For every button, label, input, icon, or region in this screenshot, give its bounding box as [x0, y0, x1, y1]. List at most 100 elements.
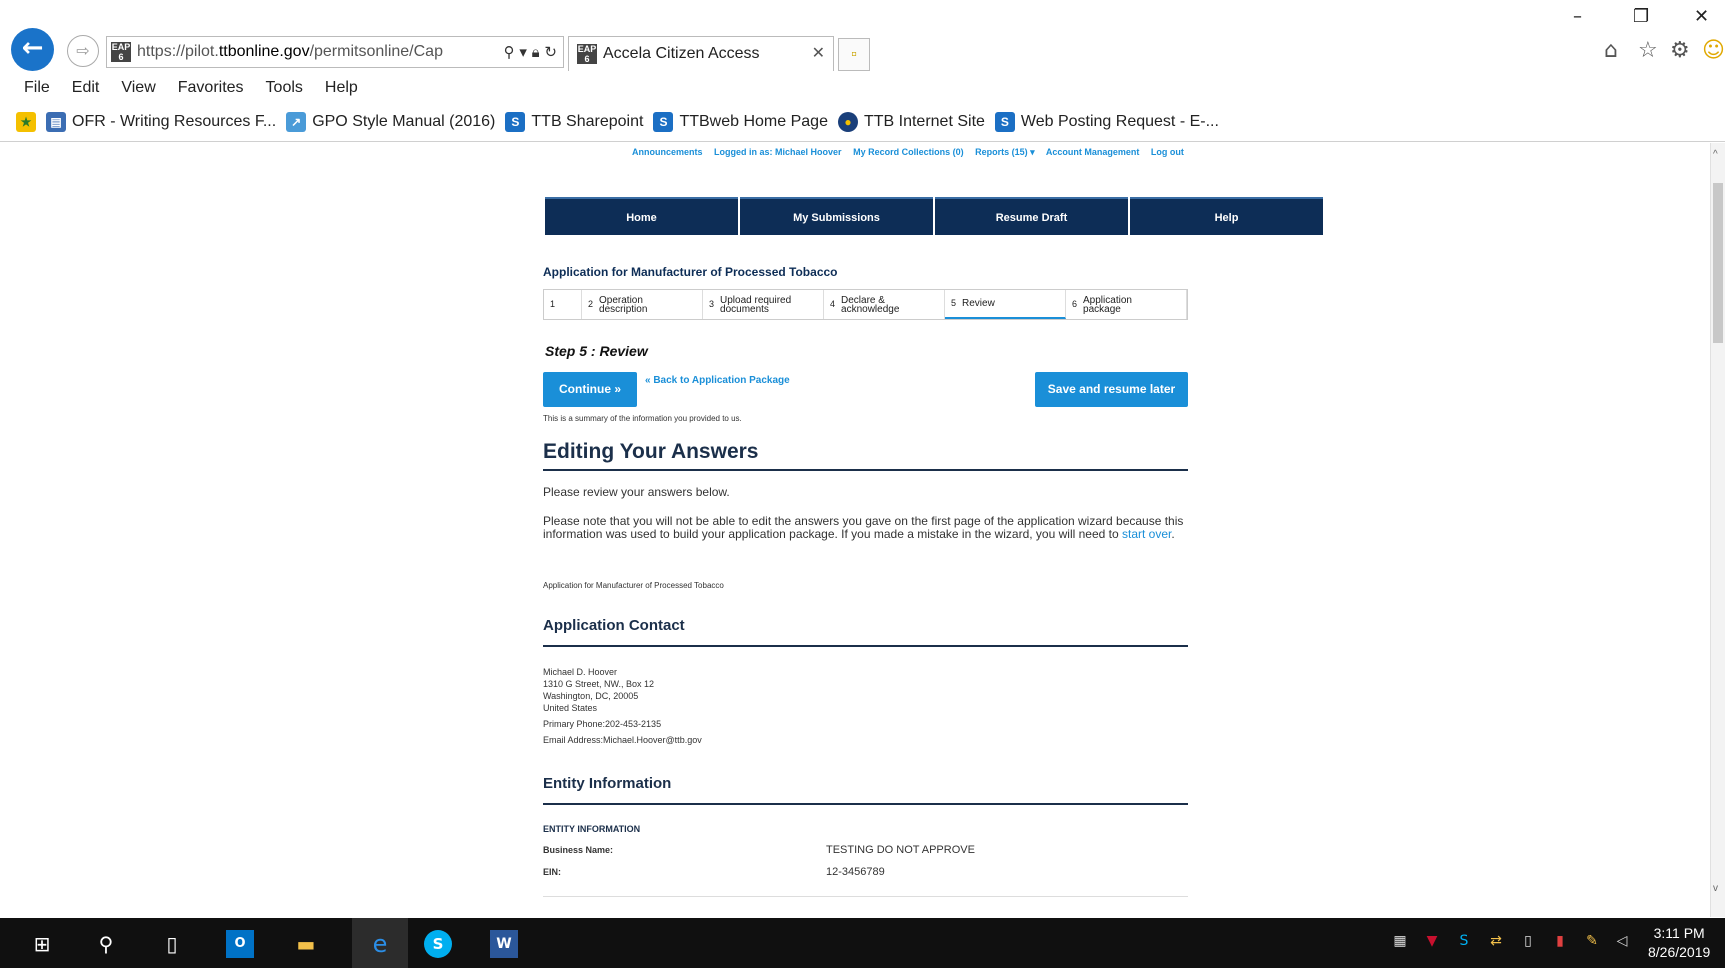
security-tray-icon[interactable]: ▮ [1551, 933, 1569, 953]
url-text[interactable]: https://pilot.ttbonline.gov/permitsonlin… [137, 43, 498, 61]
word-icon[interactable]: W [490, 930, 518, 958]
close-tab-icon[interactable]: ✕ [812, 43, 825, 62]
site-favicon-icon: EAP 6 [111, 42, 131, 62]
favorite-web-posting[interactable]: S Web Posting Request - E-... [994, 112, 1219, 132]
step-1[interactable]: 1 [544, 290, 582, 319]
minimize-button[interactable]: – [1573, 6, 1582, 27]
clock-date: 8/26/2019 [1648, 944, 1711, 960]
continue-button[interactable]: Continue » [543, 372, 637, 407]
gpo-icon: ↗ [286, 112, 307, 132]
step-6[interactable]: 6 Application package [1066, 290, 1187, 319]
contact-phone: Primary Phone:202-453-2135 [543, 719, 662, 729]
notes-tray-icon[interactable]: ✎ [1583, 933, 1601, 953]
section-divider [543, 803, 1188, 805]
page-scrollbar[interactable]: ^ v [1710, 143, 1725, 917]
usb-tray-icon[interactable]: ▯ [1519, 933, 1537, 953]
account-management-link[interactable]: Account Management [1046, 147, 1140, 157]
menu-favorites[interactable]: Favorites [178, 74, 244, 102]
volume-tray-icon[interactable]: ◁ [1613, 933, 1631, 953]
ttb-seal-icon: ● [837, 112, 858, 132]
favorite-ofr[interactable]: ▤ OFR - Writing Resources F... [46, 112, 276, 132]
settings-gear-icon[interactable]: ⚙ [1670, 38, 1690, 63]
entity-subheading: ENTITY INFORMATION [543, 824, 641, 834]
record-collections-link[interactable]: My Record Collections (0) [853, 147, 964, 157]
favorite-ttbweb[interactable]: S TTBweb Home Page [653, 112, 828, 132]
nav-my-submissions[interactable]: My Submissions [740, 197, 933, 235]
top-links: Announcements Logged in as: Michael Hoov… [632, 147, 1193, 158]
nav-help[interactable]: Help [1130, 197, 1323, 235]
menu-view[interactable]: View [121, 74, 155, 102]
back-to-application-package-link[interactable]: « Back to Application Package [645, 375, 790, 386]
row-divider [543, 896, 1188, 897]
step-5-current[interactable]: 5 Review [945, 290, 1066, 319]
file-explorer-icon[interactable]: ▬ [292, 930, 320, 958]
sync-tray-icon[interactable]: ⇄ [1487, 933, 1505, 953]
search-icon[interactable]: ⚲ [504, 43, 515, 61]
menu-help[interactable]: Help [325, 74, 358, 102]
sharepoint-icon: S [994, 112, 1015, 132]
application-title: Application for Manufacturer of Processe… [543, 265, 838, 279]
tab-title: Accela Citizen Access [603, 45, 760, 62]
application-subtitle: Application for Manufacturer of Processe… [543, 581, 724, 590]
forward-arrow-icon[interactable]: ⇨ [67, 35, 99, 67]
windows-start-icon[interactable]: ⊞ [28, 930, 56, 958]
back-arrow-icon[interactable]: ← [11, 28, 54, 71]
home-icon[interactable]: ⌂ [1604, 38, 1618, 63]
reports-link[interactable]: Reports (15) ▾ [975, 147, 1035, 157]
mcafee-tray-icon[interactable]: ▼ [1423, 933, 1441, 953]
outlook-icon[interactable]: O [226, 930, 254, 958]
smiley-feedback-icon[interactable]: ☺ [1702, 38, 1725, 63]
menu-file[interactable]: File [24, 74, 50, 102]
contact-street: 1310 G Street, NW., Box 12 [543, 679, 655, 689]
skype-tray-icon[interactable]: S [1455, 933, 1473, 953]
nav-resume-draft[interactable]: Resume Draft [935, 197, 1128, 235]
address-bar-actions[interactable]: ⚲ ▾ 🔒︎ ↻ [498, 43, 563, 61]
business-name-value: TESTING DO NOT APPROVE [826, 844, 975, 856]
internet-explorer-icon[interactable]: e [366, 930, 394, 958]
step-4[interactable]: 4 Declare & acknowledge [824, 290, 945, 319]
section-divider [543, 469, 1188, 471]
browser-chrome: – ❐ ✕ ← ⇨ EAP 6 https://pilot.ttbonline.… [0, 0, 1725, 142]
close-window-button[interactable]: ✕ [1694, 6, 1709, 27]
system-clock[interactable]: 3:11 PM 8/26/2019 [1648, 924, 1710, 962]
browser-tab[interactable]: EAP 6 Accela Citizen Access ✕ [568, 36, 834, 71]
step-2[interactable]: 2 Operation description [582, 290, 703, 319]
skype-icon[interactable]: S [424, 930, 452, 958]
logout-link[interactable]: Log out [1151, 147, 1184, 157]
contact-email: Email Address:Michael.Hoover@ttb.gov [543, 735, 702, 745]
favorites-star-icon[interactable]: ☆ [1638, 38, 1658, 63]
ein-label: EIN: [543, 867, 561, 877]
edit-note: Please note that you will not be able to… [543, 514, 1184, 541]
dropdown-icon[interactable]: ▾ [519, 43, 527, 61]
menu-edit[interactable]: Edit [72, 74, 100, 102]
announcements-link[interactable]: Announcements [632, 147, 703, 157]
restore-button[interactable]: ❐ [1633, 6, 1649, 27]
save-and-resume-button[interactable]: Save and resume later [1035, 372, 1188, 407]
sharepoint-icon: S [653, 112, 674, 132]
wizard-steps: 1 2 Operation description 3 Upload require… [543, 289, 1188, 320]
favorite-ttb-sharepoint[interactable]: S TTB Sharepoint [505, 112, 643, 132]
nav-home[interactable]: Home [545, 197, 738, 235]
network-tray-icon[interactable]: ▦ [1391, 933, 1409, 953]
step-heading: Step 5 : Review [545, 343, 648, 359]
start-over-link[interactable]: start over [1122, 527, 1171, 541]
lock-icon[interactable]: 🔒︎ [532, 43, 540, 61]
add-favorite-star-icon[interactable]: ★ [16, 112, 36, 132]
address-bar[interactable]: EAP 6 https://pilot.ttbonline.gov/permit… [106, 36, 564, 68]
contact-details: Michael D. Hoover 1310 G Street, NW., Bo… [543, 666, 702, 746]
favorite-ttb-internet[interactable]: ● TTB Internet Site [837, 112, 985, 132]
scroll-thumb[interactable] [1713, 183, 1723, 343]
search-icon[interactable]: ⚲ [92, 930, 120, 958]
scroll-down-icon[interactable]: v [1713, 883, 1718, 894]
menu-tools[interactable]: Tools [266, 74, 303, 102]
step-3[interactable]: 3 Upload required documents [703, 290, 824, 319]
task-view-icon[interactable]: ▯ [158, 930, 186, 958]
menu-bar: File Edit View Favorites Tools Help [0, 74, 380, 102]
windows-taskbar: ⊞ ⚲ ▯ O ▬ e S W ▦ ▼ S ⇄ ▯ ▮ ✎ ◁ 3:11 PM … [0, 918, 1725, 968]
refresh-icon[interactable]: ↻ [544, 43, 557, 61]
business-name-label: Business Name: [543, 845, 614, 855]
sharepoint-icon: S [505, 112, 526, 132]
new-tab-icon[interactable]: ▫ [838, 38, 870, 71]
scroll-up-icon[interactable]: ^ [1713, 149, 1718, 160]
favorite-gpo[interactable]: ↗ GPO Style Manual (2016) [286, 112, 495, 132]
